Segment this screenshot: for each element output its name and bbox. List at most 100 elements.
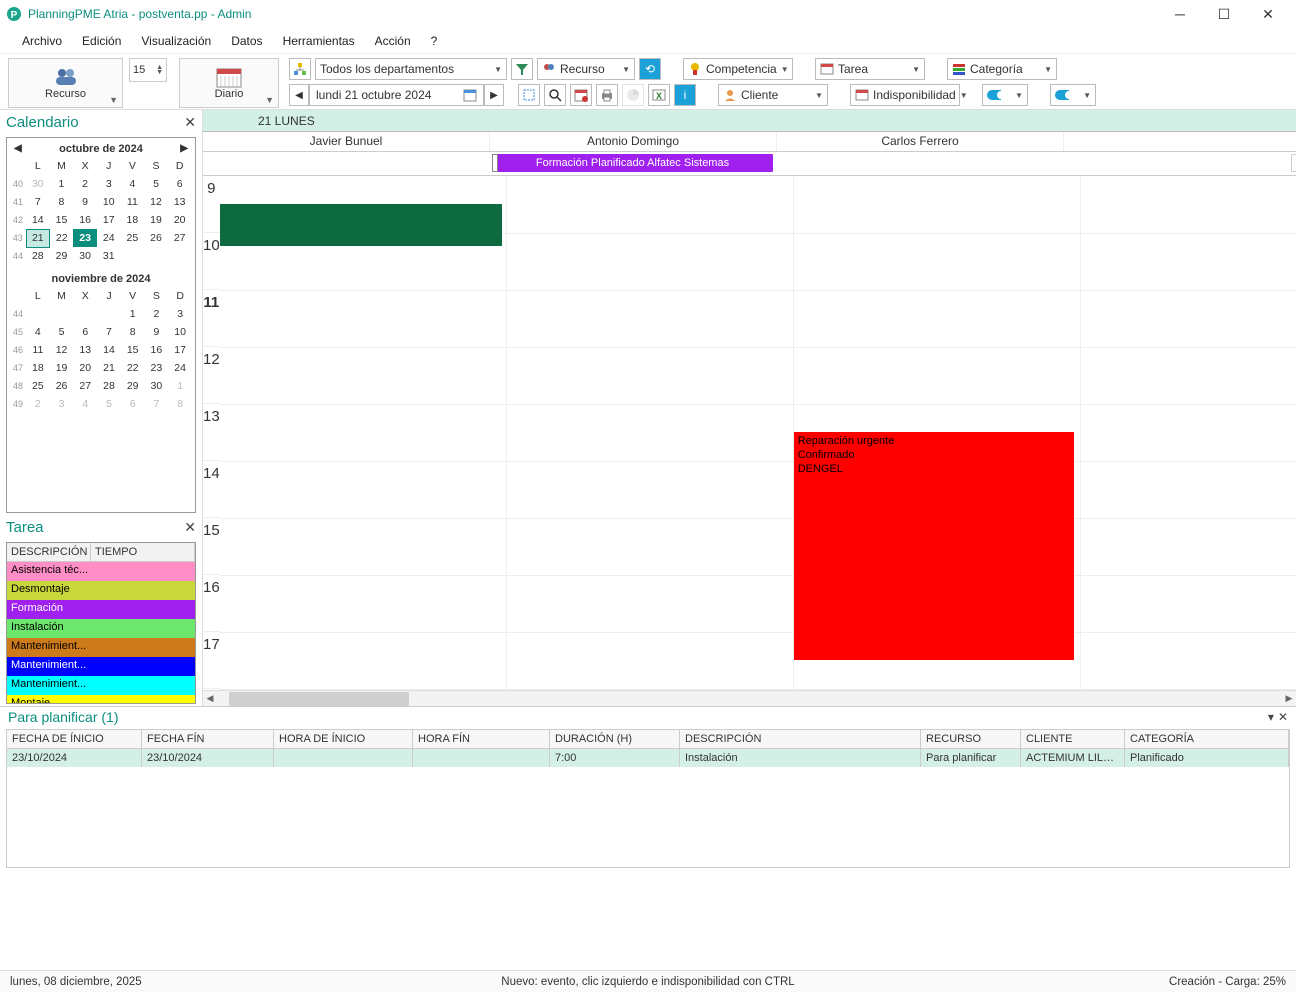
cal-prev[interactable]: ◀ bbox=[14, 143, 22, 154]
maximize-button[interactable]: ☐ bbox=[1202, 0, 1246, 28]
cal-day[interactable]: 22 bbox=[121, 359, 145, 377]
cal-day[interactable]: 28 bbox=[97, 377, 121, 395]
toggle2-dropdown[interactable]: ▼ bbox=[1050, 84, 1096, 106]
event-green[interactable] bbox=[220, 204, 502, 246]
excel-button[interactable]: X bbox=[648, 84, 670, 106]
hierarchy-icon-button[interactable] bbox=[289, 58, 311, 80]
cal-day[interactable]: 4 bbox=[26, 323, 50, 341]
department-dropdown[interactable]: Todos los departamentos▼ bbox=[315, 58, 507, 80]
filter-icon-button[interactable] bbox=[511, 58, 533, 80]
cal-day[interactable]: 30 bbox=[145, 377, 169, 395]
cal-day[interactable]: 7 bbox=[145, 395, 169, 413]
plan-dropdown-button[interactable]: ▾ bbox=[1268, 710, 1274, 724]
cal-day[interactable]: 9 bbox=[73, 193, 97, 211]
date-next-button[interactable]: ▶ bbox=[484, 84, 504, 106]
plan-close-button[interactable]: ✕ bbox=[1278, 710, 1288, 724]
category-dropdown[interactable]: Categoría▼ bbox=[947, 58, 1057, 80]
calendar-red-button[interactable] bbox=[570, 84, 592, 106]
minimize-button[interactable]: ─ bbox=[1158, 0, 1202, 28]
cal-day[interactable]: 6 bbox=[73, 323, 97, 341]
task-dropdown[interactable]: Tarea▼ bbox=[815, 58, 925, 80]
plan-col-header[interactable]: FECHA FÍN bbox=[142, 730, 274, 748]
cal-day[interactable]: 24 bbox=[97, 229, 121, 247]
cal-day[interactable]: 8 bbox=[50, 193, 74, 211]
close-tarea-button[interactable]: ✕ bbox=[184, 519, 196, 536]
cal-day[interactable]: 18 bbox=[121, 211, 145, 229]
plan-col-header[interactable]: HORA FÍN bbox=[413, 730, 550, 748]
horizontal-scrollbar[interactable]: ◀ ▶ bbox=[203, 690, 1296, 706]
cal-day[interactable]: 11 bbox=[26, 341, 50, 359]
cal-day[interactable]: 8 bbox=[168, 395, 192, 413]
allday-event[interactable]: Formación Planificado Alfatec Sistemas bbox=[492, 154, 773, 172]
allday-cell[interactable] bbox=[777, 152, 1064, 175]
cal-day[interactable]: 17 bbox=[97, 211, 121, 229]
cal-day[interactable]: 1 bbox=[168, 377, 192, 395]
cal-day[interactable]: 24 bbox=[168, 359, 192, 377]
tarea-item[interactable]: Montaje bbox=[7, 695, 195, 703]
cal-day[interactable]: 16 bbox=[145, 341, 169, 359]
cal-day[interactable]: 26 bbox=[50, 377, 74, 395]
event-red[interactable]: Reparación urgenteConfirmadoDENGEL bbox=[794, 432, 1074, 660]
count-spinner[interactable]: 15 ▲▼ bbox=[129, 58, 167, 82]
unavail-dropdown[interactable]: Indisponibilidad▼ bbox=[850, 84, 960, 106]
cal-day[interactable] bbox=[121, 247, 145, 265]
cal-day[interactable]: 5 bbox=[144, 175, 168, 193]
cal-day[interactable]: 30 bbox=[26, 175, 50, 193]
cal-day[interactable]: 10 bbox=[97, 193, 121, 211]
cal-day[interactable]: 3 bbox=[168, 305, 192, 323]
cal-day[interactable]: 9 bbox=[145, 323, 169, 341]
tarea-item[interactable]: Desmontaje bbox=[7, 581, 195, 600]
allday-cell[interactable]: Montaje C bbox=[1064, 152, 1296, 175]
allday-event[interactable]: Montaje C bbox=[1291, 154, 1296, 172]
cal-day[interactable]: 23 bbox=[145, 359, 169, 377]
cal-day[interactable]: 18 bbox=[26, 359, 50, 377]
tarea-item[interactable]: Mantenimient... bbox=[7, 657, 195, 676]
cal-next[interactable]: ▶ bbox=[180, 143, 188, 154]
cal-day[interactable]: 2 bbox=[26, 395, 50, 413]
cal-day[interactable]: 13 bbox=[73, 341, 97, 359]
plan-col-header[interactable]: CLIENTE bbox=[1021, 730, 1125, 748]
cal-day[interactable]: 7 bbox=[26, 193, 50, 211]
cal-day[interactable]: 16 bbox=[73, 211, 97, 229]
cal-day[interactable]: 3 bbox=[97, 175, 121, 193]
cal-day[interactable]: 2 bbox=[145, 305, 169, 323]
daily-button[interactable]: Diario ▼ bbox=[179, 58, 279, 108]
plan-col-header[interactable]: RECURSO bbox=[921, 730, 1021, 748]
cal-day[interactable]: 23 bbox=[73, 229, 97, 247]
cal-day[interactable]: 13 bbox=[168, 193, 192, 211]
tarea-item[interactable]: Mantenimient... bbox=[7, 676, 195, 695]
cal-day[interactable]: 14 bbox=[26, 211, 50, 229]
cal-day[interactable]: 17 bbox=[168, 341, 192, 359]
tarea-col-desc[interactable]: DESCRIPCIÓN bbox=[7, 543, 91, 561]
schedule-column[interactable]: Reparación urgenteConfirmadoDENGEL bbox=[794, 176, 1081, 690]
menu-archivo[interactable]: Archivo bbox=[14, 32, 70, 50]
cal-day[interactable] bbox=[168, 247, 192, 265]
tarea-item[interactable]: Instalación bbox=[7, 619, 195, 638]
cal-day[interactable]: 29 bbox=[121, 377, 145, 395]
scroll-left-button[interactable]: ◀ bbox=[203, 693, 217, 704]
link-icon-button[interactable]: ⟲ bbox=[639, 58, 661, 80]
cal-day[interactable]: 25 bbox=[26, 377, 50, 395]
cal-day[interactable]: 21 bbox=[97, 359, 121, 377]
search-button[interactable] bbox=[544, 84, 566, 106]
allday-cell[interactable]: Formación Planificado Alfatec Sistemas bbox=[490, 152, 777, 175]
plan-row[interactable]: 23/10/202423/10/20247:00InstalaciónPara … bbox=[7, 749, 1289, 767]
close-calendar-button[interactable]: ✕ bbox=[184, 114, 196, 131]
allday-cell[interactable] bbox=[203, 152, 490, 175]
cal-day[interactable]: 31 bbox=[97, 247, 121, 265]
schedule-column[interactable] bbox=[220, 176, 507, 690]
cal-day[interactable]: 20 bbox=[73, 359, 97, 377]
cal-day[interactable]: 2 bbox=[73, 175, 97, 193]
cal-day[interactable]: 1 bbox=[121, 305, 145, 323]
cal-day[interactable]: 27 bbox=[168, 229, 192, 247]
print-button[interactable] bbox=[596, 84, 618, 106]
cal-day[interactable]: 7 bbox=[97, 323, 121, 341]
cal-day[interactable] bbox=[50, 305, 74, 323]
schedule-grid[interactable]: Reparación urgenteConfirmadoDENGEL bbox=[220, 176, 1296, 690]
cal-day[interactable]: 19 bbox=[144, 211, 168, 229]
group-resource-dropdown[interactable]: Recurso▼ bbox=[537, 58, 635, 80]
cal-day[interactable]: 4 bbox=[73, 395, 97, 413]
cal-day[interactable]: 3 bbox=[50, 395, 74, 413]
menu-edición[interactable]: Edición bbox=[74, 32, 129, 50]
date-prev-button[interactable]: ◀ bbox=[289, 84, 309, 106]
